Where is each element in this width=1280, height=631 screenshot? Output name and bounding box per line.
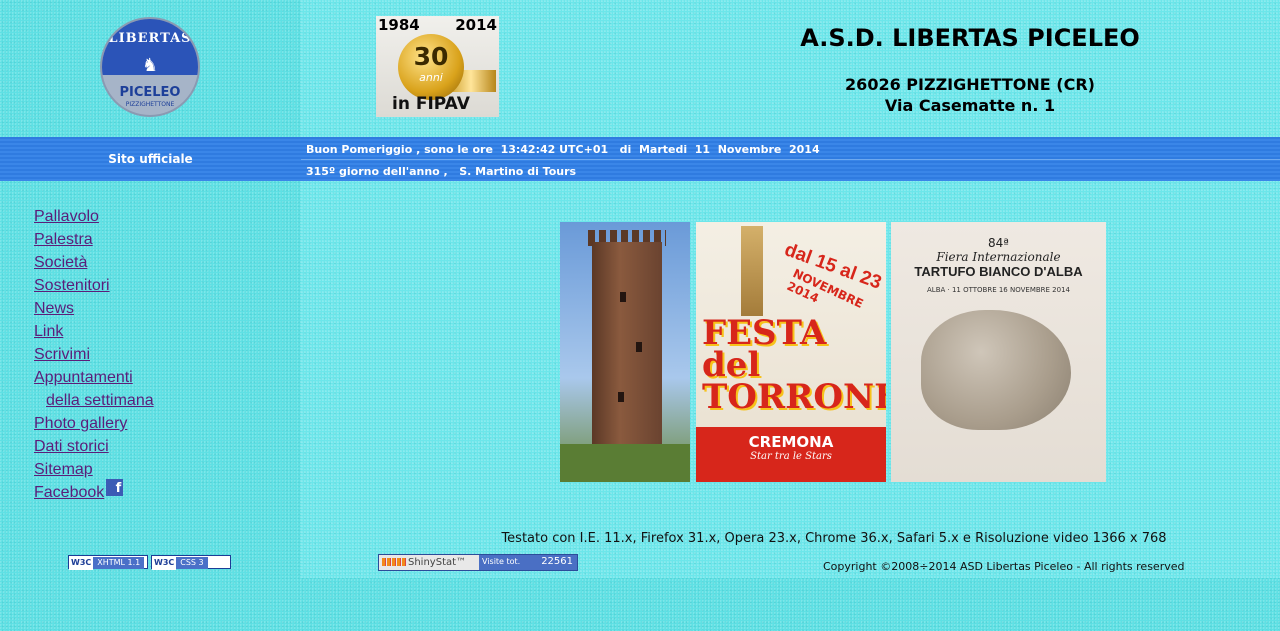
day-info: 315º giorno dell'anno , S. Martino di To…: [306, 165, 577, 178]
visite-label: Visite tot.: [482, 557, 521, 566]
lion-emblem-icon: ♞: [142, 55, 159, 76]
info-bar: Sito ufficiale Buon Pomeriggio , sono le…: [0, 137, 1280, 181]
torrone-footer: CREMONA Star tra le Stars: [696, 427, 886, 482]
css-validator-badge[interactable]: W3C CSS 3: [151, 555, 231, 570]
menu-link-facebook[interactable]: Facebook: [34, 484, 104, 501]
torrazzo-icon: [741, 226, 763, 316]
tower-photo[interactable]: [560, 222, 690, 482]
logo-top-text: LIBERTAS: [108, 31, 192, 46]
shinystat-logo: ShinyStat™: [379, 555, 479, 570]
address-line-2: Via Casematte n. 1: [884, 96, 1056, 115]
menu-item: Appuntamenti: [34, 367, 154, 390]
menu-item: News: [34, 298, 154, 321]
w3c-logo-xhtml: W3C: [69, 556, 94, 570]
menu-item: Sitemap: [34, 459, 154, 482]
gold-medal-icon: 30 anni: [398, 34, 464, 100]
truffle-image: [921, 310, 1071, 430]
menu-link-societa[interactable]: Società: [34, 254, 87, 271]
badge-anni: anni: [419, 71, 443, 84]
tower-window: [620, 292, 626, 302]
menu-item: della settimana: [34, 390, 154, 413]
menu-link-pallavolo[interactable]: Pallavolo: [34, 208, 99, 225]
main-menu: Pallavolo Palestra Società Sostenitori N…: [34, 206, 154, 505]
logo-bottom-text: PICELEO: [119, 85, 181, 100]
anniversary-badge: 1984 2014 30 anni in FIPAV: [376, 16, 499, 117]
xhtml-label: XHTML 1.1: [93, 557, 145, 569]
tartufo-edition: 84ª: [988, 236, 1009, 250]
shinystat-label: ShinyStat™: [408, 557, 467, 568]
copyright: Copyright ©2008÷2014 ASD Libertas Picele…: [823, 560, 1185, 573]
site-title: A.S.D. LIBERTAS PICELEO: [800, 24, 1140, 52]
menu-link-sitemap[interactable]: Sitemap: [34, 461, 93, 478]
badge-fipav: in FIPAV: [392, 94, 470, 114]
menu-link-dati-storici[interactable]: Dati storici: [34, 438, 109, 455]
menu-item: Palestra: [34, 229, 154, 252]
official-site-label: Sito ufficiale: [108, 152, 193, 166]
menu-item: Link: [34, 321, 154, 344]
menu-link-photo-gallery[interactable]: Photo gallery: [34, 415, 127, 432]
festa-torrone-poster[interactable]: dal 15 al 23 NOVEMBRE 2014 FESTA del TOR…: [696, 222, 886, 482]
menu-item: Società: [34, 252, 154, 275]
menu-link-sostenitori[interactable]: Sostenitori: [34, 277, 110, 294]
shinystat-counter[interactable]: ShinyStat™ Visite tot. 22561: [378, 554, 578, 571]
info-bar-divider: [301, 159, 1280, 160]
menu-item: Sostenitori: [34, 275, 154, 298]
badge-number: 30: [413, 42, 449, 71]
menu-link-palestra[interactable]: Palestra: [34, 231, 93, 248]
xhtml-validator-badge[interactable]: W3C XHTML 1.1: [68, 555, 148, 570]
tower-body: [592, 242, 662, 452]
menu-item: Dati storici: [34, 436, 154, 459]
badge-year-end: 2014: [455, 16, 497, 34]
menu-item: Scrivimi: [34, 344, 154, 367]
menu-item: Photo gallery: [34, 413, 154, 436]
menu-link-link[interactable]: Link: [34, 323, 63, 340]
tartufo-title: TARTUFO BIANCO D'ALBA: [914, 264, 1083, 279]
facebook-icon[interactable]: f: [106, 479, 124, 496]
menu-link-della-settimana[interactable]: della settimana: [46, 392, 154, 409]
address-line-1: 26026 PIZZIGHETTONE (CR): [845, 75, 1095, 94]
torrone-city: CREMONA: [748, 433, 834, 451]
torrone-tagline: Star tra le Stars: [750, 451, 832, 462]
torrone-title: FESTA del TORRONE: [702, 313, 886, 417]
tartufo-fiera: Fiera Internazionale: [936, 250, 1061, 264]
greeting-clock: Buon Pomeriggio , sono le ore 13:42:42 U…: [306, 143, 820, 156]
browser-compatibility-note: Testato con I.E. 11.x, Firefox 31.x, Ope…: [501, 531, 1167, 546]
menu-item: Pallavolo: [34, 206, 154, 229]
css-label: CSS 3: [176, 557, 208, 569]
menu-link-news[interactable]: News: [34, 300, 74, 317]
menu-item: Facebook f: [34, 479, 154, 505]
tower-window: [618, 392, 624, 402]
w3c-logo-css: W3C: [152, 556, 177, 570]
visite-count: 22561: [541, 556, 573, 567]
club-logo[interactable]: LIBERTAS ♞ PICELEO PIZZIGHETTONE: [100, 17, 200, 117]
badge-year-start: 1984: [378, 16, 420, 34]
shinystat-bars-icon: [382, 558, 406, 566]
tower-window: [636, 342, 642, 352]
tartufo-alba-poster[interactable]: 84ª Fiera Internazionale TARTUFO BIANCO …: [891, 222, 1106, 482]
tower-ground: [560, 444, 690, 482]
menu-link-appuntamenti[interactable]: Appuntamenti: [34, 369, 133, 386]
logo-sub-text: PIZZIGHETTONE: [125, 101, 175, 108]
tartufo-dates: ALBA · 11 OTTOBRE 16 NOVEMBRE 2014: [927, 286, 1070, 294]
menu-link-scrivimi[interactable]: Scrivimi: [34, 346, 90, 363]
